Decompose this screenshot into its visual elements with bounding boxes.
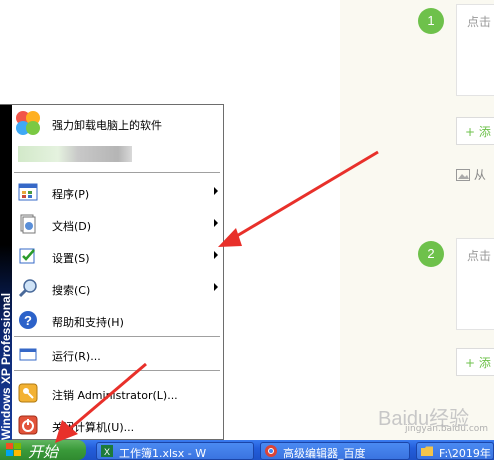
red-arrow-icon [229, 150, 379, 242]
red-arrowhead-icon [218, 228, 242, 247]
annotation-arrows [55, 150, 379, 443]
red-arrow-icon [65, 362, 147, 434]
